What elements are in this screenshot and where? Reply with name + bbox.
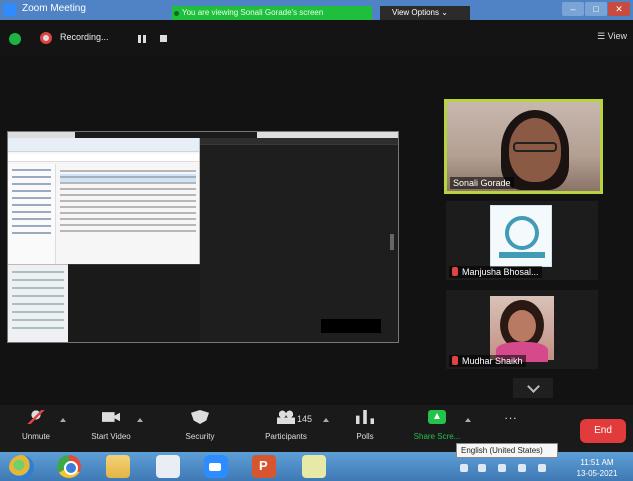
start-video-label: Start Video: [91, 432, 131, 441]
volume-icon[interactable]: [518, 464, 526, 472]
system-tray: [458, 462, 558, 474]
share-screen-button[interactable]: Share Scre...: [408, 410, 466, 441]
avatar-face: [508, 310, 536, 342]
action-center-icon[interactable]: [538, 464, 546, 472]
start-video-button[interactable]: Start Video: [84, 410, 138, 441]
encryption-shield-icon[interactable]: [9, 33, 21, 45]
start-button-icon[interactable]: [9, 455, 34, 480]
minimize-button[interactable]: –: [562, 2, 584, 16]
participant-tile-active[interactable]: Sonali Gorade: [444, 99, 603, 194]
powerpoint-icon[interactable]: [252, 455, 276, 478]
shield-icon: [191, 410, 209, 424]
stop-recording-icon[interactable]: [160, 35, 167, 42]
participant-tile[interactable]: Mudhar Shaikh: [446, 290, 598, 369]
scroll-participants-down-button[interactable]: [513, 378, 553, 398]
green-status-icon: [174, 11, 179, 16]
shared-screen: [7, 131, 399, 343]
sticky-notes-icon[interactable]: [302, 455, 326, 478]
pause-recording-icon[interactable]: [138, 35, 147, 43]
language-tooltip: English (United States): [456, 443, 558, 458]
more-icon: ...: [504, 408, 518, 422]
clock-time: 11:51 AM: [580, 458, 614, 467]
chrome-icon[interactable]: [57, 455, 81, 478]
maximize-button[interactable]: □: [585, 2, 607, 16]
share-screen-label: Share Scre...: [413, 432, 461, 441]
video-off-icon: [102, 412, 120, 422]
editor-scrollbar: [390, 234, 394, 250]
polls-icon: [356, 410, 374, 424]
paint-icon[interactable]: [156, 455, 180, 478]
polls-button[interactable]: Polls: [347, 410, 383, 441]
end-meeting-button[interactable]: End: [580, 419, 626, 443]
mic-muted-icon: [452, 267, 458, 276]
participant-name: Mudhar Shaikh: [462, 356, 523, 366]
explorer-file-list: [60, 166, 196, 236]
view-label: View: [607, 31, 627, 41]
recording-icon: [40, 32, 52, 44]
show-hidden-icons-icon[interactable]: [498, 464, 506, 472]
explorer-ribbon: [8, 138, 199, 152]
view-options-button[interactable]: View Options ⌄: [380, 6, 470, 20]
share-options-caret[interactable]: [465, 416, 471, 422]
audio-options-caret[interactable]: [60, 416, 66, 422]
file-explorer-icon[interactable]: [106, 455, 130, 478]
terminal-panel: [68, 264, 200, 342]
viewing-screen-banner: You are viewing Sonali Gorade's screen: [172, 6, 372, 20]
editor-tabs: [200, 138, 398, 145]
zoom-app-icon: [4, 4, 16, 16]
viewing-banner-text: You are viewing Sonali Gorade's screen: [182, 8, 324, 17]
logo-ring: [505, 216, 539, 250]
window-controls: – □ ✕: [562, 2, 630, 16]
polls-label: Polls: [356, 432, 374, 441]
file-explorer-window: [8, 138, 200, 264]
participant-name: Sonali Gorade: [450, 177, 514, 189]
explorer-address-bar: [8, 154, 199, 162]
explorer-nav-pane: [8, 164, 56, 264]
share-screen-icon: [428, 410, 446, 424]
participants-icon: [277, 410, 295, 424]
participants-options-caret[interactable]: [323, 416, 329, 422]
view-options-label: View Options: [392, 8, 439, 17]
logo-base: [499, 252, 545, 258]
language-icon[interactable]: [460, 464, 468, 472]
institution-logo-avatar: [490, 205, 552, 267]
close-window-button[interactable]: ✕: [608, 2, 630, 16]
zoom-taskbar-icon[interactable]: [204, 455, 228, 478]
window-titlebar: Zoom Meeting You are viewing Sonali Gora…: [0, 0, 633, 20]
participant-name: Manjusha Bhosal...: [462, 267, 539, 277]
participant-name-label: Mudhar Shaikh: [449, 355, 526, 367]
network-icon[interactable]: [478, 464, 486, 472]
mic-muted-icon: [452, 356, 458, 365]
video-options-caret[interactable]: [137, 416, 143, 422]
participant-avatar: [490, 296, 554, 362]
properties-panel: [8, 264, 68, 342]
view-layout-button[interactable]: ☰ View: [597, 31, 627, 42]
more-button[interactable]: ...: [496, 408, 526, 432]
taskbar-clock[interactable]: 11:51 AM 13-05-2021: [566, 457, 628, 479]
unmute-label: Unmute: [21, 432, 50, 441]
window-title: Zoom Meeting: [22, 3, 86, 14]
editor-window: [200, 138, 398, 342]
zoom-meeting-window: Zoom Meeting You are viewing Sonali Gora…: [0, 0, 633, 481]
participants-label: Participants: [265, 432, 307, 441]
participant-name-label: Manjusha Bhosal...: [449, 266, 542, 278]
participants-count: 145: [297, 414, 313, 424]
security-label: Security: [185, 432, 215, 441]
glasses-icon: [513, 142, 557, 152]
participant-tile[interactable]: Manjusha Bhosal...: [446, 201, 598, 280]
security-button[interactable]: Security: [178, 410, 222, 441]
clock-date: 13-05-2021: [576, 469, 618, 478]
redacted-box: [321, 319, 381, 333]
microphone-muted-icon: [27, 410, 45, 424]
recording-label: Recording...: [60, 32, 109, 42]
chevron-down-icon: ⌄: [441, 8, 448, 17]
unmute-button[interactable]: Unmute: [14, 410, 58, 441]
